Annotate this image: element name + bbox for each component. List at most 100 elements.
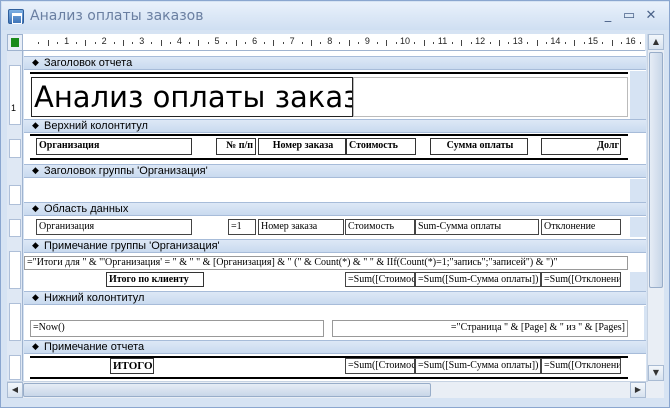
close-button[interactable]: ✕: [641, 7, 661, 25]
ruler-number: 8: [327, 36, 333, 46]
ruler-tick: [414, 42, 416, 44]
horizontal-scrollbar[interactable]: ◀ ▶: [7, 381, 647, 398]
ruler-number: 14: [550, 36, 561, 46]
ruler-tick: [311, 40, 312, 46]
band-label: Заголовок отчета: [44, 57, 133, 69]
report-sum-deviation[interactable]: =Sum([Отклонение]): [541, 358, 621, 374]
band-label: Заголовок группы 'Организация': [44, 165, 208, 177]
ruler-tick: [123, 40, 124, 46]
footer-now-field[interactable]: =Now(): [30, 320, 324, 337]
section-group-header[interactable]: [24, 179, 646, 202]
scroll-down-icon[interactable]: ▼: [648, 365, 664, 381]
section-arrow-icon: ◆: [32, 241, 39, 251]
ruler-tick: [132, 42, 134, 44]
header-paid-label[interactable]: Сумма оплаты: [430, 138, 528, 155]
band-page-footer[interactable]: ◆ Нижний колонтитул: [24, 291, 646, 305]
ruler-tick: [640, 42, 641, 44]
scroll-left-icon[interactable]: ◀: [7, 382, 23, 398]
section-page-footer[interactable]: =Now() ="Страница " & [Page] & " из " & …: [24, 306, 646, 340]
ruler-tick: [235, 40, 237, 46]
band-page-header[interactable]: ◆ Верхний колонтитул: [24, 119, 646, 133]
ruler-tick: [546, 42, 547, 44]
report-canvas[interactable]: ◆ Заголовок отчета Анализ оплаты заказов…: [24, 51, 646, 381]
header-cost-label[interactable]: Стоимость: [346, 138, 416, 155]
ruler-tick: [113, 42, 115, 44]
ruler-tick: [76, 42, 77, 44]
ruler-tick: [198, 40, 200, 46]
report-total-label[interactable]: ИТОГО: [110, 358, 154, 374]
window-title: Анализ оплаты заказов: [30, 8, 204, 24]
ruler-tick: [57, 42, 59, 44]
section-arrow-icon: ◆: [32, 58, 39, 68]
vertical-scrollbar[interactable]: ▲ ▼: [647, 34, 664, 382]
horizontal-scroll-thumb[interactable]: [23, 383, 431, 397]
section-right-margin: [644, 306, 646, 340]
band-detail[interactable]: ◆ Область данных: [24, 202, 646, 216]
client-total-label[interactable]: Итого по клиенту: [106, 272, 204, 287]
ruler-tick: [170, 42, 171, 44]
minimize-button[interactable]: _: [598, 7, 618, 25]
ruler-tick: [38, 42, 40, 44]
ruler-number: 13: [512, 36, 523, 46]
group-sum-deviation[interactable]: =Sum([Отклонение]): [541, 272, 621, 287]
band-label: Примечание группы 'Организация': [44, 240, 220, 252]
ruler-tick: [386, 40, 388, 46]
group-sum-paid[interactable]: =Sum([Sum-Сумма оплаты]): [415, 272, 541, 287]
band-group-header[interactable]: ◆ Заголовок группы 'Организация': [24, 164, 646, 178]
green-square-icon: [11, 38, 19, 47]
field-deviation[interactable]: Отклонение: [541, 219, 621, 235]
ruler-tick: [489, 42, 491, 44]
header-org-label[interactable]: Организация: [36, 138, 192, 155]
scroll-up-icon[interactable]: ▲: [648, 34, 664, 50]
ruler-tick: [602, 42, 604, 44]
field-paid[interactable]: Sum-Сумма оплаты: [415, 219, 539, 235]
group-summary-expression[interactable]: ="Итоги для " & "'Организация' = " & " "…: [24, 256, 628, 270]
section-group-footer[interactable]: ="Итоги для " & "'Организация' = " & " "…: [24, 254, 646, 290]
vertical-scroll-thumb[interactable]: [649, 52, 663, 288]
header-order-label[interactable]: Номер заказа: [258, 138, 346, 155]
report-sum-cost[interactable]: =Sum([Стоимость]): [345, 358, 415, 374]
ruler-tick: [151, 42, 153, 44]
ruler-tick: [583, 42, 585, 44]
ruler-tick: [358, 42, 359, 44]
section-report-footer[interactable]: ИТОГО =Sum([Стоимость]) =Sum([Sum-Сумма …: [24, 355, 646, 381]
ruler-tick: [301, 42, 303, 44]
field-num[interactable]: =1: [228, 219, 256, 235]
field-order[interactable]: Номер заказа: [258, 219, 344, 235]
field-cost[interactable]: Стоимость: [345, 219, 415, 235]
band-report-footer[interactable]: ◆ Примечание отчета: [24, 340, 646, 354]
restore-button[interactable]: ▭: [619, 7, 639, 25]
report-title-label[interactable]: Анализ оплаты заказов: [31, 77, 353, 117]
ruler-tick: [611, 40, 613, 46]
header-num-label[interactable]: № п/п: [216, 138, 256, 155]
section-page-header[interactable]: Организация № п/п Номер заказа Стоимость…: [24, 134, 646, 161]
ruler-tick: [94, 42, 96, 44]
section-report-header[interactable]: Анализ оплаты заказов: [24, 71, 646, 124]
ruler-tick: [536, 40, 538, 46]
section-right-margin: [630, 217, 646, 237]
field-org[interactable]: Организация: [36, 219, 192, 235]
section-detail[interactable]: Организация =1 Номер заказа Стоимость Su…: [24, 217, 646, 237]
group-sum-cost[interactable]: =Sum([Стоимость]): [345, 272, 415, 287]
header-debt-label[interactable]: Долг: [541, 138, 621, 155]
scroll-right-icon[interactable]: ▶: [630, 382, 646, 398]
band-report-header[interactable]: ◆ Заголовок отчета: [24, 56, 646, 70]
ruler-number: 5: [214, 36, 220, 46]
section-arrow-icon: ◆: [32, 293, 39, 303]
band-label: Нижний колонтитул: [44, 292, 145, 304]
band-label: Область данных: [44, 203, 129, 215]
horizontal-ruler[interactable]: 1 2 3 4 5 6 7 8 9 10 11 12 13 14 15 16: [23, 34, 645, 51]
report-sum-paid[interactable]: =Sum([Sum-Сумма оплаты]): [415, 358, 541, 374]
report-selector[interactable]: [7, 34, 23, 51]
band-group-footer[interactable]: ◆ Примечание группы 'Организация': [24, 239, 646, 253]
ruler-tick: [47, 40, 49, 46]
resize-grip[interactable]: [647, 382, 664, 398]
ruler-tick: [461, 40, 463, 46]
ruler-tick: [621, 42, 623, 44]
ruler-number: 12: [475, 36, 486, 46]
ruler-tick: [433, 42, 435, 44]
vertical-ruler[interactable]: 1: [7, 51, 23, 381]
section-arrow-icon: ◆: [32, 342, 39, 352]
title-bar[interactable]: Анализ оплаты заказов _ ▭ ✕: [2, 2, 669, 30]
footer-pages-field[interactable]: ="Страница " & [Page] & " из " & [Pages]: [332, 320, 628, 337]
